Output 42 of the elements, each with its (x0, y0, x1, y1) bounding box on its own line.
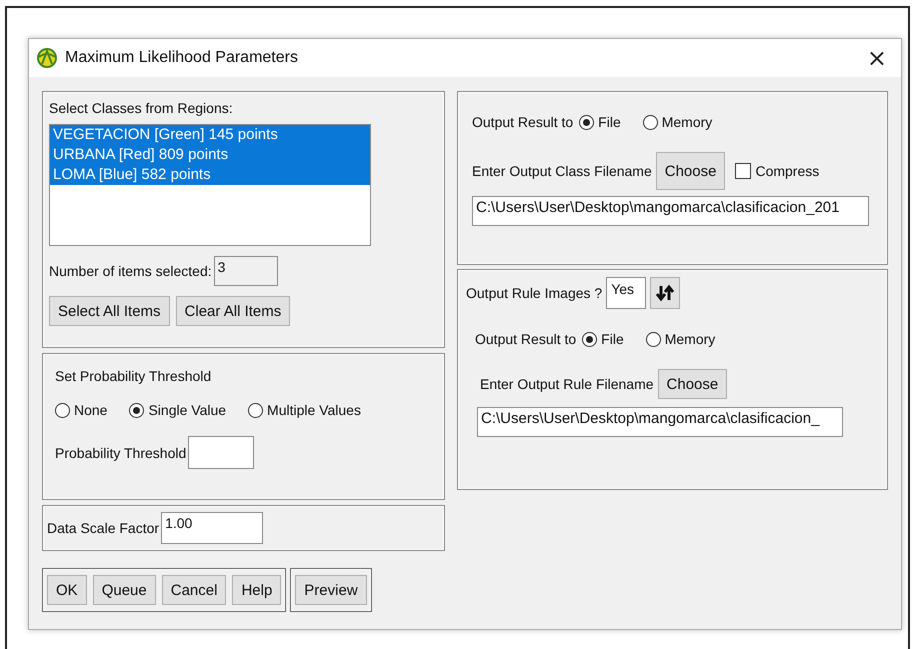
swap-button[interactable] (650, 277, 680, 309)
dialog-button[interactable]: Cancel (162, 575, 226, 605)
field-label: Data Scale Factor (47, 520, 160, 536)
window-title: Maximum Likelihood Parameters (65, 49, 299, 67)
scale-field[interactable]: 1.00 (161, 512, 264, 544)
radio-option[interactable]: None (55, 402, 108, 418)
dialog-button[interactable]: OK (47, 575, 87, 605)
choose-button[interactable]: Choose (658, 369, 728, 399)
list-item[interactable]: VEGETACION [Green] 145 points (50, 125, 370, 145)
action-button[interactable]: Select All Items (49, 296, 170, 326)
radio-option[interactable]: Multiple Values (248, 402, 361, 418)
field-label: Output Result to (472, 114, 574, 130)
up-down-arrows-icon (655, 284, 676, 302)
field-label: Output Rule Images ? (466, 285, 602, 301)
field-label: Enter Output Class Filename (472, 163, 652, 179)
radio-option[interactable]: File (579, 114, 621, 130)
field-label: Output Result to (475, 331, 576, 347)
compress-checkbox[interactable]: Compress (735, 163, 820, 179)
dialog-button[interactable]: Queue (92, 575, 156, 605)
radio-option[interactable]: Memory (646, 331, 716, 347)
close-button[interactable]: × (860, 44, 893, 72)
path-field[interactable]: C:\Users\User\Desktop\mangomarca\clasificacion_ (477, 407, 843, 437)
action-button[interactable]: Clear All Items (176, 296, 290, 326)
class-listbox[interactable]: VEGETACION [Green] 145 points URBANA [Red] 809 points LOMA [Blue] 582 points (49, 124, 371, 246)
field-label: Number of items selected: (49, 263, 212, 279)
path-field[interactable]: C:\Users\User\Desktop\mangomarca\clasificacion_201 (472, 196, 869, 226)
preview-button[interactable]: Preview (295, 575, 367, 605)
threshold-field[interactable] (188, 436, 254, 469)
toggle-value: Yes (606, 277, 646, 309)
panel-label: Set Probability Threshold (55, 368, 212, 384)
count-field[interactable]: 3 (214, 256, 278, 286)
field-label: Probability Threshold (55, 444, 186, 460)
panel-label: Select Classes from Regions: (49, 100, 234, 116)
radio-option[interactable]: File (582, 331, 624, 347)
radio-option[interactable]: Single Value (129, 402, 226, 418)
list-item[interactable]: URBANA [Red] 809 points (50, 145, 370, 165)
choose-button[interactable]: Choose (656, 152, 726, 190)
dialog-button[interactable]: Help (232, 575, 282, 605)
list-item[interactable]: LOMA [Blue] 582 points (50, 165, 370, 185)
radio-option[interactable]: Memory (642, 114, 712, 130)
globe-icon (37, 48, 57, 68)
field-label: Enter Output Rule Filename (480, 376, 654, 392)
